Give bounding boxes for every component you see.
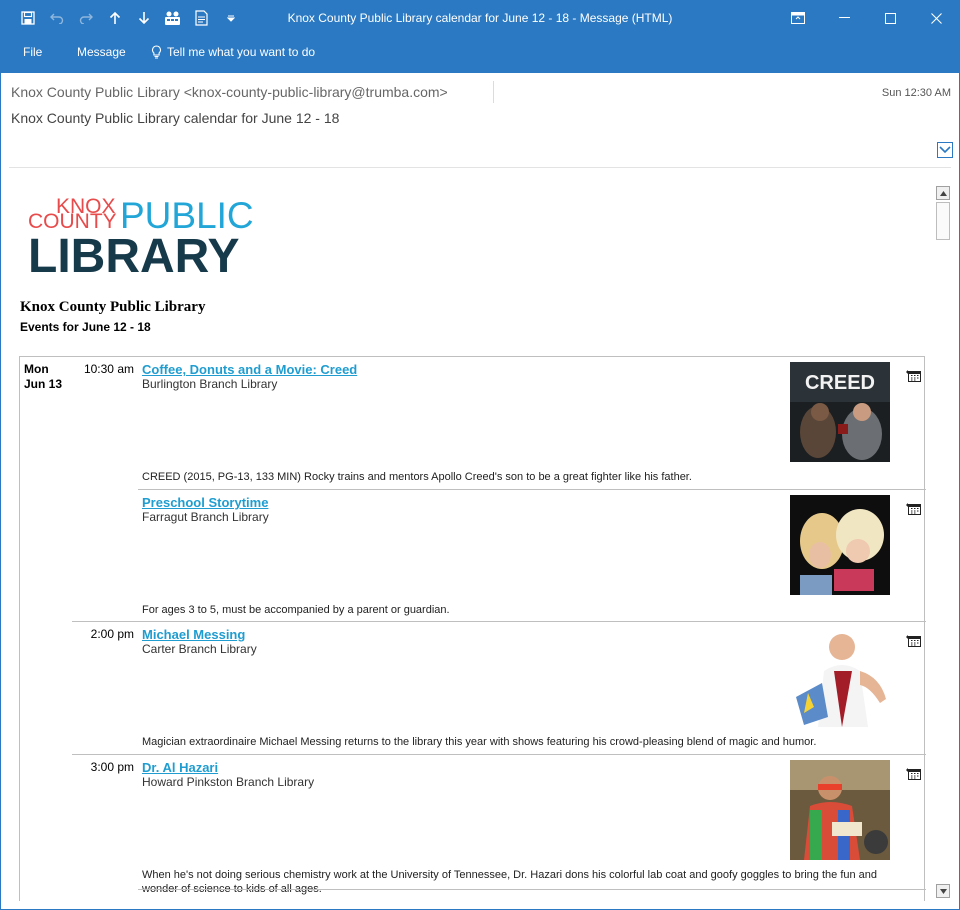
event-row: 2:00 pm Michael Messing Carter Branch Li… (20, 622, 926, 755)
events-table: Mon Jun 13 10:30 am Coffee, Donuts and a… (19, 356, 926, 901)
tell-me-search[interactable]: Tell me what you want to do (151, 35, 315, 69)
scroll-down-icon[interactable] (936, 884, 950, 898)
sender[interactable]: Knox County Public Library <knox-county-… (11, 84, 448, 100)
event-title-link[interactable]: Michael Messing (142, 627, 245, 642)
arrow-down-icon[interactable] (129, 1, 158, 35)
save-icon[interactable] (13, 1, 42, 35)
event-description: Magician extraordinaire Michael Messing … (142, 736, 817, 748)
logo-library: LIBRARY (28, 230, 240, 276)
header-divider (493, 81, 494, 103)
event-time: 2:00 pm (90, 627, 134, 641)
meeting-icon[interactable] (158, 1, 187, 35)
sent-date: Sun 12:30 AM (881, 87, 951, 99)
title-bar: Knox County Public Library calendar for … (1, 1, 959, 35)
event-image[interactable] (790, 627, 890, 727)
event-description: When he's not doing serious chemistry wo… (142, 869, 878, 895)
redo-icon[interactable] (71, 1, 100, 35)
customize-toolbar-icon[interactable] (216, 1, 245, 35)
window-controls (775, 1, 959, 35)
message-header: Knox County Public Library <knox-county-… (1, 73, 959, 167)
lightbulb-icon (152, 45, 161, 59)
vertical-scrollbar[interactable] (935, 184, 951, 900)
library-logo: KNOX COUNTY PUBLIC LIBRARY (28, 194, 288, 283)
calendar-subtitle: Events for June 12 - 18 (20, 320, 151, 334)
undo-icon[interactable] (42, 1, 71, 35)
event-row: Preschool Storytime Farragut Branch Libr… (20, 490, 926, 622)
calendar-title: Knox County Public Library (20, 299, 206, 315)
expand-header-button[interactable] (937, 142, 953, 158)
minimize-icon[interactable] (821, 1, 867, 35)
event-location: Burlington Branch Library (142, 377, 278, 391)
event-title-link[interactable]: Preschool Storytime (142, 495, 268, 510)
outlook-message-window: Knox County Public Library calendar for … (0, 0, 960, 910)
tell-me-label: Tell me what you want to do (167, 45, 316, 59)
event-time: 10:30 am (83, 362, 134, 376)
add-to-calendar-icon[interactable] (906, 501, 922, 520)
add-to-calendar-icon[interactable] (906, 368, 922, 387)
print-preview-icon[interactable] (187, 1, 216, 35)
event-description: For ages 3 to 5, must be accompanied by … (142, 604, 450, 616)
ribbon-tabs: File Message Tell me what you want to do (1, 35, 959, 73)
close-icon[interactable] (913, 1, 959, 35)
scroll-thumb[interactable] (936, 202, 950, 240)
event-image[interactable]: CREED (790, 362, 890, 462)
tab-file[interactable]: File (23, 35, 42, 69)
maximize-icon[interactable] (867, 1, 913, 35)
event-row: 3:00 pm Dr. Al Hazari Howard Pinkston Br… (20, 755, 926, 901)
event-description: CREED (2015, PG-13, 133 MIN) Rocky train… (142, 471, 692, 483)
event-location: Howard Pinkston Branch Library (142, 775, 315, 789)
event-title-link[interactable]: Coffee, Donuts and a Movie: Creed (142, 362, 357, 377)
event-row: 10:30 am Coffee, Donuts and a Movie: Cre… (20, 357, 926, 490)
add-to-calendar-icon[interactable] (906, 633, 922, 652)
event-image[interactable] (790, 495, 890, 595)
message-body: KNOX COUNTY PUBLIC LIBRARY Knox County P… (9, 168, 935, 901)
tab-message[interactable]: Message (77, 35, 126, 69)
row-divider (138, 889, 926, 890)
scroll-up-icon[interactable] (936, 186, 950, 200)
arrow-up-icon[interactable] (100, 1, 129, 35)
chevron-down-icon (939, 146, 951, 154)
message-subject: Knox County Public Library calendar for … (11, 110, 340, 126)
event-location: Farragut Branch Library (142, 510, 269, 524)
movie-poster-title: CREED (805, 372, 875, 394)
event-title-link[interactable]: Dr. Al Hazari (142, 760, 218, 775)
add-to-calendar-icon[interactable] (906, 766, 922, 785)
ribbon-display-options-icon[interactable] (775, 1, 821, 35)
event-location: Carter Branch Library (142, 642, 257, 656)
event-image[interactable] (790, 760, 890, 860)
event-time: 3:00 pm (90, 760, 134, 774)
quick-access-toolbar (13, 1, 245, 35)
